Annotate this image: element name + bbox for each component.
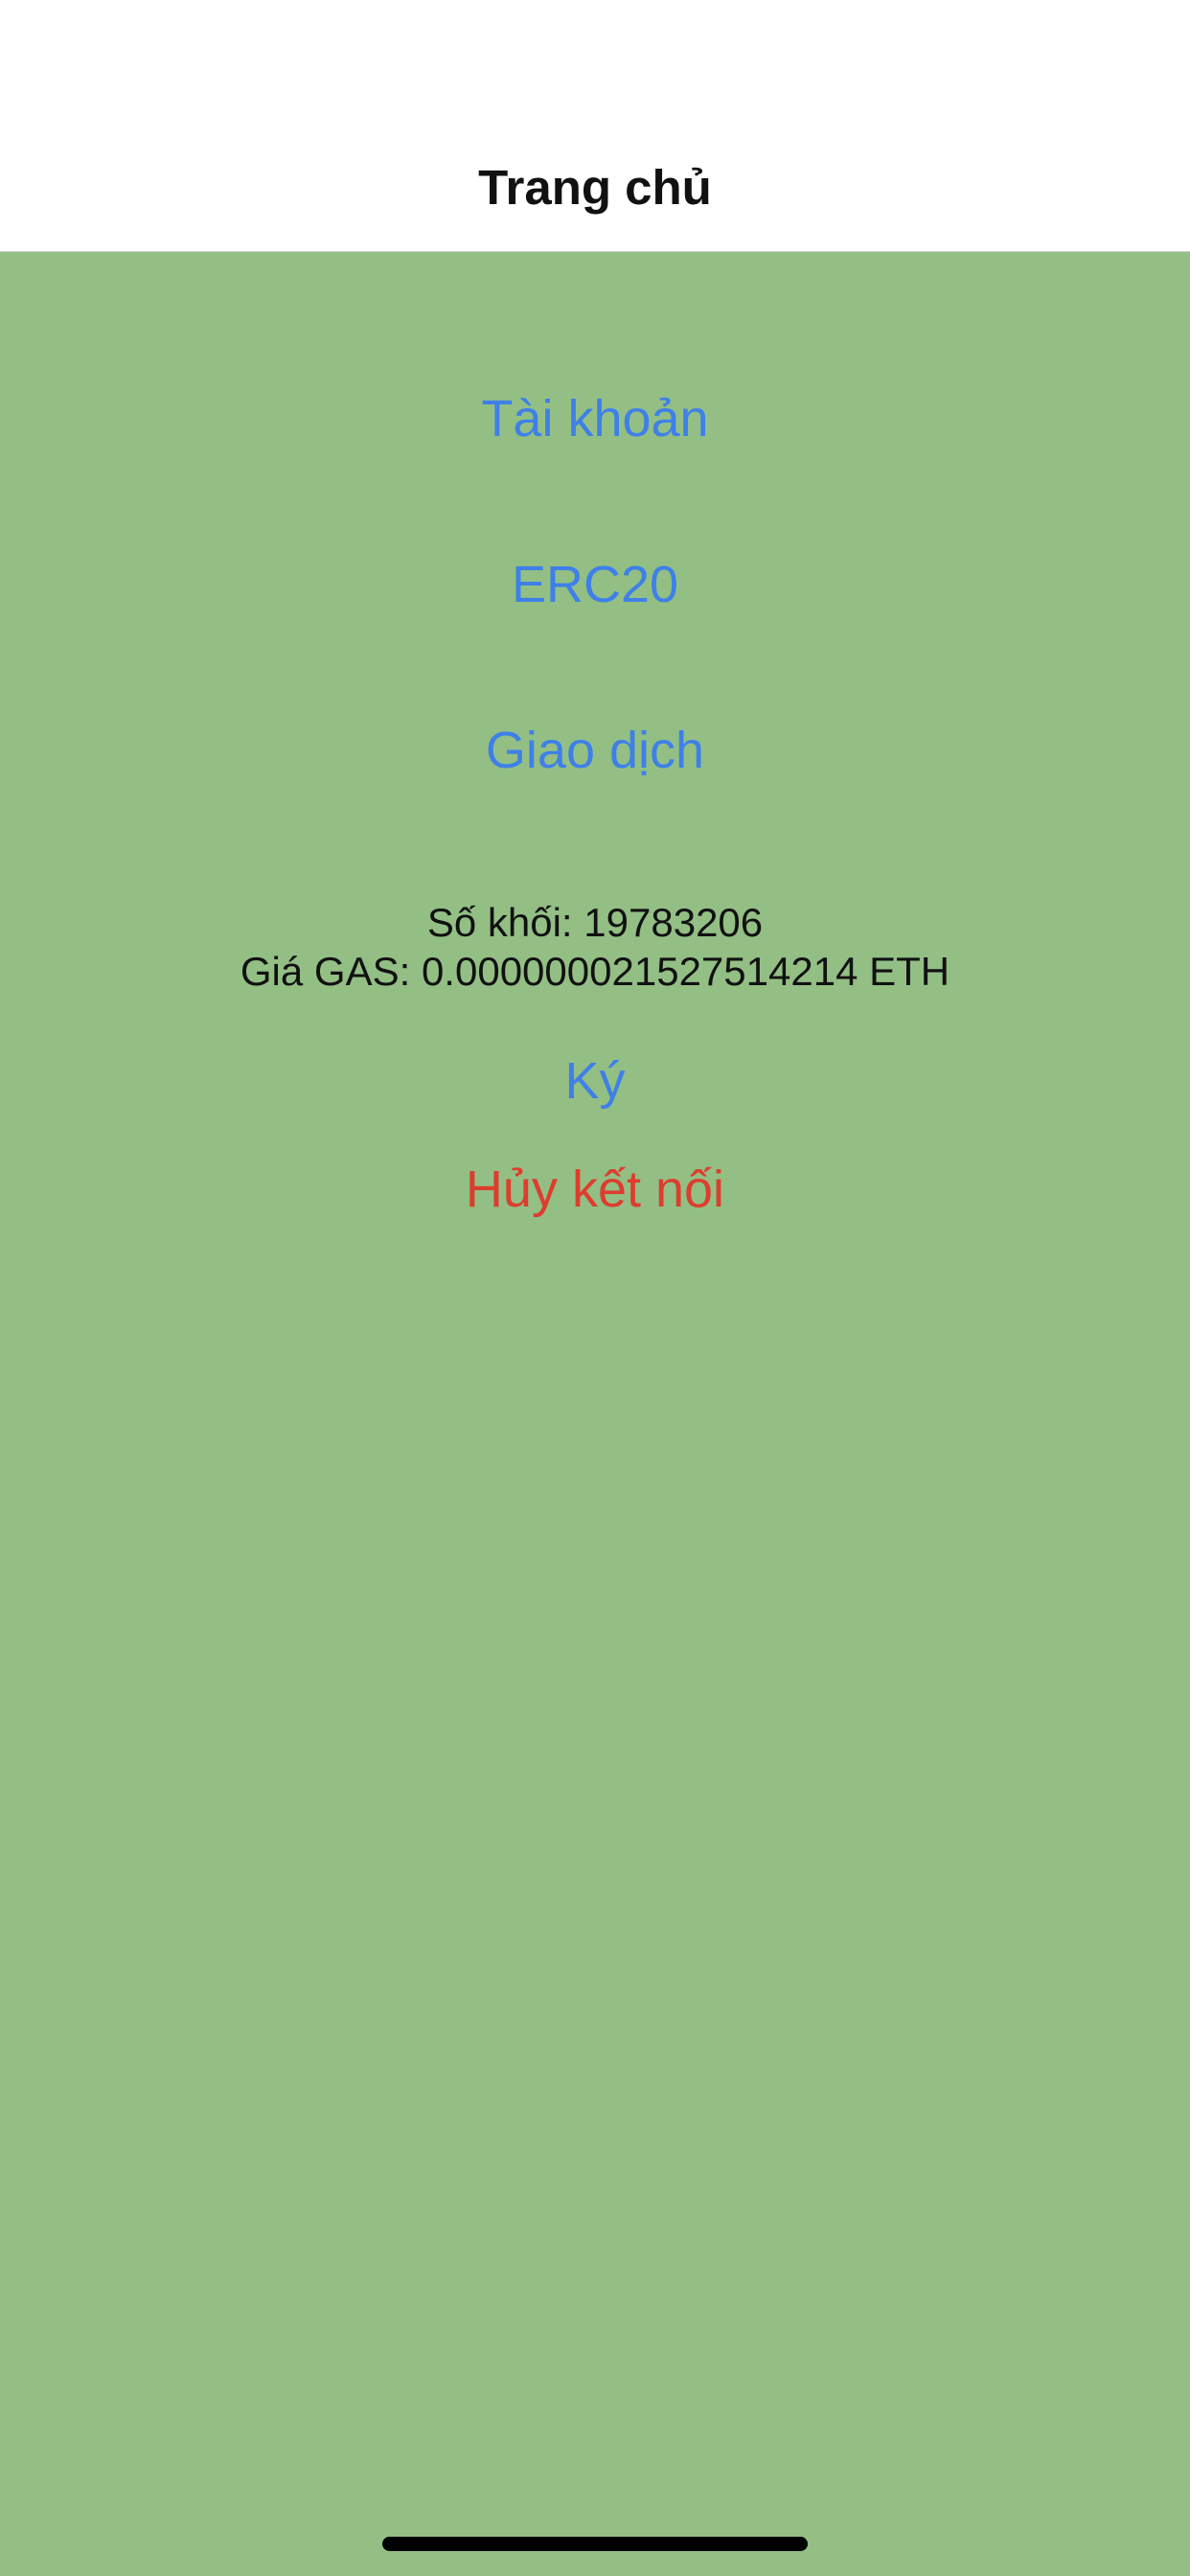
account-button[interactable]: Tài khoản	[0, 388, 1190, 449]
sign-button[interactable]: Ký	[0, 1050, 1190, 1112]
home-content: Tài khoản ERC20 Giao dịch Số khối: 19783…	[0, 252, 1190, 2576]
erc20-button[interactable]: ERC20	[0, 554, 1190, 615]
disconnect-button[interactable]: Hủy kết nối	[0, 1159, 1190, 1220]
home-indicator[interactable]	[382, 2537, 808, 2551]
transaction-button[interactable]: Giao dịch	[0, 720, 1190, 781]
gas-price-text: Giá GAS: 0.000000021527514214 ETH	[240, 949, 950, 994]
block-number-text: Số khối: 19783206	[426, 900, 764, 945]
navigation-bar: Trang chủ	[0, 0, 1190, 252]
page-title: Trang chủ	[478, 160, 712, 215]
